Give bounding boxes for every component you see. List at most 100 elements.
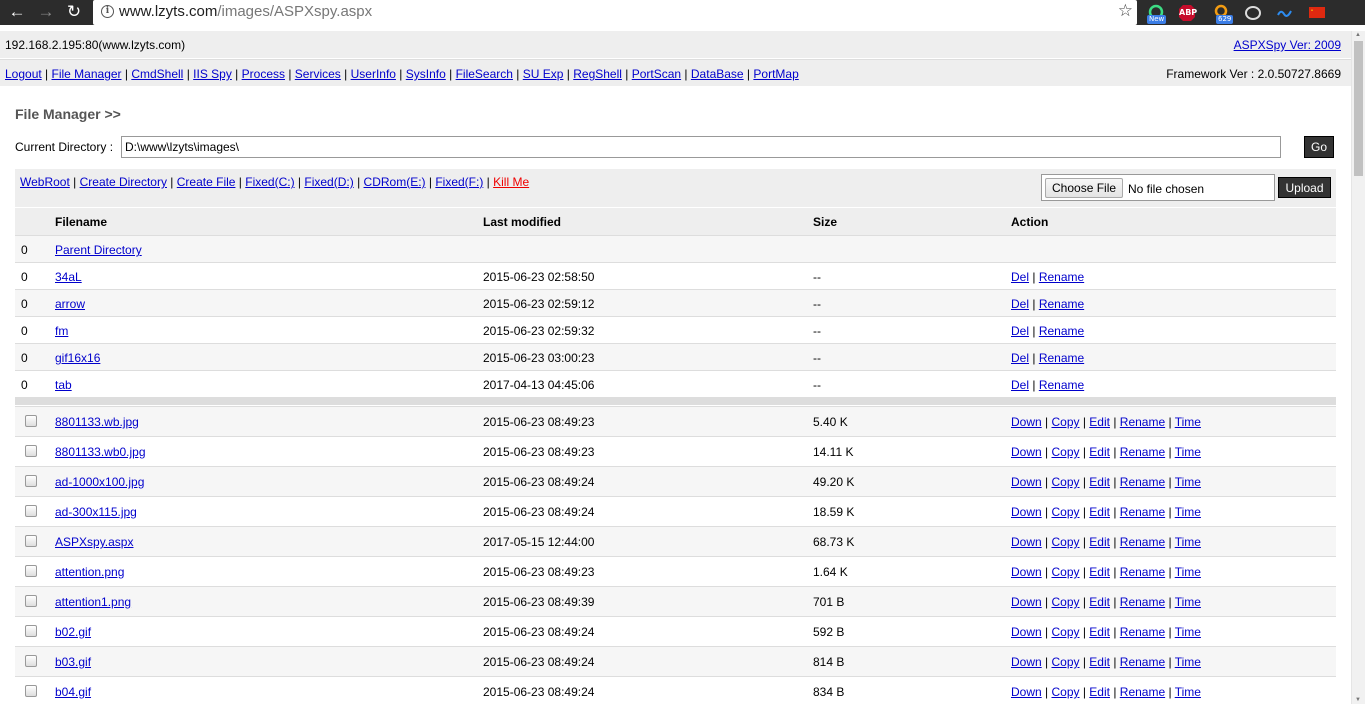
copy-link[interactable]: Copy (1051, 505, 1079, 519)
file-link[interactable]: attention1.png (55, 595, 131, 609)
version-link[interactable]: ASPXSpy Ver: 2009 (1234, 38, 1341, 52)
chat-extension-icon[interactable] (1244, 4, 1262, 22)
file-link[interactable]: 8801133.wb0.jpg (55, 445, 146, 459)
upload-button[interactable]: Upload (1278, 177, 1331, 198)
copy-link[interactable]: Copy (1051, 595, 1079, 609)
menu-link-portmap[interactable]: PortMap (753, 67, 798, 81)
menu-link-database[interactable]: DataBase (691, 67, 744, 81)
copy-link[interactable]: Copy (1051, 625, 1079, 639)
forward-icon[interactable]: → (34, 0, 58, 25)
address-bar[interactable]: i www.lzyts.com/images/ASPXspy.aspx ☆ (93, 0, 1137, 25)
time-link[interactable]: Time (1175, 415, 1201, 429)
file-checkbox[interactable] (25, 685, 37, 697)
info-icon[interactable]: i (101, 5, 114, 18)
parent-directory-link[interactable]: Parent Directory (55, 243, 142, 257)
choose-file-button[interactable]: Choose File (1045, 178, 1124, 198)
down-link[interactable]: Down (1011, 445, 1042, 459)
down-link[interactable]: Down (1011, 505, 1042, 519)
file-link[interactable]: b03.gif (55, 655, 91, 669)
time-link[interactable]: Time (1175, 505, 1201, 519)
edit-link[interactable]: Edit (1089, 475, 1110, 489)
copy-link[interactable]: Copy (1051, 415, 1079, 429)
menu-link-iis-spy[interactable]: IIS Spy (193, 67, 232, 81)
copy-link[interactable]: Copy (1051, 535, 1079, 549)
time-link[interactable]: Time (1175, 595, 1201, 609)
wave-extension-icon[interactable] (1276, 4, 1294, 22)
kill-me-link[interactable]: Kill Me (493, 175, 529, 189)
directory-link[interactable]: tab (55, 378, 72, 392)
menu-link-userinfo[interactable]: UserInfo (351, 67, 396, 81)
rename-link[interactable]: Rename (1039, 351, 1084, 365)
edit-link[interactable]: Edit (1089, 655, 1110, 669)
menu-link-filesearch[interactable]: FileSearch (456, 67, 513, 81)
file-checkbox[interactable] (25, 445, 37, 457)
down-link[interactable]: Down (1011, 625, 1042, 639)
edit-link[interactable]: Edit (1089, 445, 1110, 459)
edit-link[interactable]: Edit (1089, 535, 1110, 549)
speed-dial-extension-icon[interactable]: New (1147, 4, 1167, 24)
rename-link[interactable]: Rename (1039, 378, 1084, 392)
down-link[interactable]: Down (1011, 685, 1042, 699)
copy-link[interactable]: Copy (1051, 655, 1079, 669)
down-link[interactable]: Down (1011, 535, 1042, 549)
rename-link[interactable]: Rename (1039, 270, 1084, 284)
scroll-down-arrow-icon[interactable]: ▼ (1355, 697, 1361, 703)
del-link[interactable]: Del (1011, 351, 1029, 365)
toolbar-link-create-file[interactable]: Create File (177, 175, 236, 189)
reload-icon[interactable]: ↻ (62, 0, 86, 25)
rename-link[interactable]: Rename (1120, 565, 1165, 579)
adblock-plus-icon[interactable]: ABP (1178, 4, 1197, 22)
time-link[interactable]: Time (1175, 685, 1201, 699)
edit-link[interactable]: Edit (1089, 625, 1110, 639)
file-checkbox[interactable] (25, 535, 37, 547)
menu-link-portscan[interactable]: PortScan (632, 67, 681, 81)
rename-link[interactable]: Rename (1120, 505, 1165, 519)
down-link[interactable]: Down (1011, 565, 1042, 579)
time-link[interactable]: Time (1175, 475, 1201, 489)
del-link[interactable]: Del (1011, 297, 1029, 311)
time-link[interactable]: Time (1175, 625, 1201, 639)
rename-link[interactable]: Rename (1120, 535, 1165, 549)
edit-link[interactable]: Edit (1089, 685, 1110, 699)
directory-link[interactable]: 34aL (55, 270, 82, 284)
china-flag-extension-icon[interactable] (1308, 4, 1326, 22)
copy-link[interactable]: Copy (1051, 445, 1079, 459)
menu-link-services[interactable]: Services (295, 67, 341, 81)
copy-link[interactable]: Copy (1051, 685, 1079, 699)
file-checkbox[interactable] (25, 595, 37, 607)
counter-extension-icon[interactable]: 629 (1212, 4, 1234, 24)
edit-link[interactable]: Edit (1089, 415, 1110, 429)
rename-link[interactable]: Rename (1120, 415, 1165, 429)
rename-link[interactable]: Rename (1120, 685, 1165, 699)
toolbar-link-fixed-c[interactable]: Fixed(C:) (245, 175, 294, 189)
file-link[interactable]: ASPXspy.aspx (55, 535, 133, 549)
file-link[interactable]: attention.png (55, 565, 124, 579)
rename-link[interactable]: Rename (1039, 297, 1084, 311)
menu-link-cmdshell[interactable]: CmdShell (131, 67, 183, 81)
menu-link-regshell[interactable]: RegShell (573, 67, 622, 81)
menu-link-file-manager[interactable]: File Manager (52, 67, 122, 81)
file-checkbox[interactable] (25, 475, 37, 487)
edit-link[interactable]: Edit (1089, 595, 1110, 609)
menu-link-sysinfo[interactable]: SysInfo (406, 67, 446, 81)
toolbar-link-create-directory[interactable]: Create Directory (80, 175, 167, 189)
toolbar-link-fixed-f[interactable]: Fixed(F:) (435, 175, 483, 189)
file-checkbox[interactable] (25, 655, 37, 667)
time-link[interactable]: Time (1175, 565, 1201, 579)
file-link[interactable]: ad-300x115.jpg (55, 505, 137, 519)
go-button[interactable]: Go (1304, 136, 1334, 158)
file-checkbox[interactable] (25, 415, 37, 427)
rename-link[interactable]: Rename (1120, 625, 1165, 639)
down-link[interactable]: Down (1011, 595, 1042, 609)
toolbar-link-webroot[interactable]: WebRoot (20, 175, 70, 189)
copy-link[interactable]: Copy (1051, 565, 1079, 579)
copy-link[interactable]: Copy (1051, 475, 1079, 489)
edit-link[interactable]: Edit (1089, 565, 1110, 579)
rename-link[interactable]: Rename (1120, 445, 1165, 459)
menu-link-process[interactable]: Process (242, 67, 285, 81)
del-link[interactable]: Del (1011, 324, 1029, 338)
file-link[interactable]: 8801133.wb.jpg (55, 415, 139, 429)
scroll-up-arrow-icon[interactable]: ▲ (1355, 32, 1361, 38)
del-link[interactable]: Del (1011, 378, 1029, 392)
rename-link[interactable]: Rename (1120, 595, 1165, 609)
